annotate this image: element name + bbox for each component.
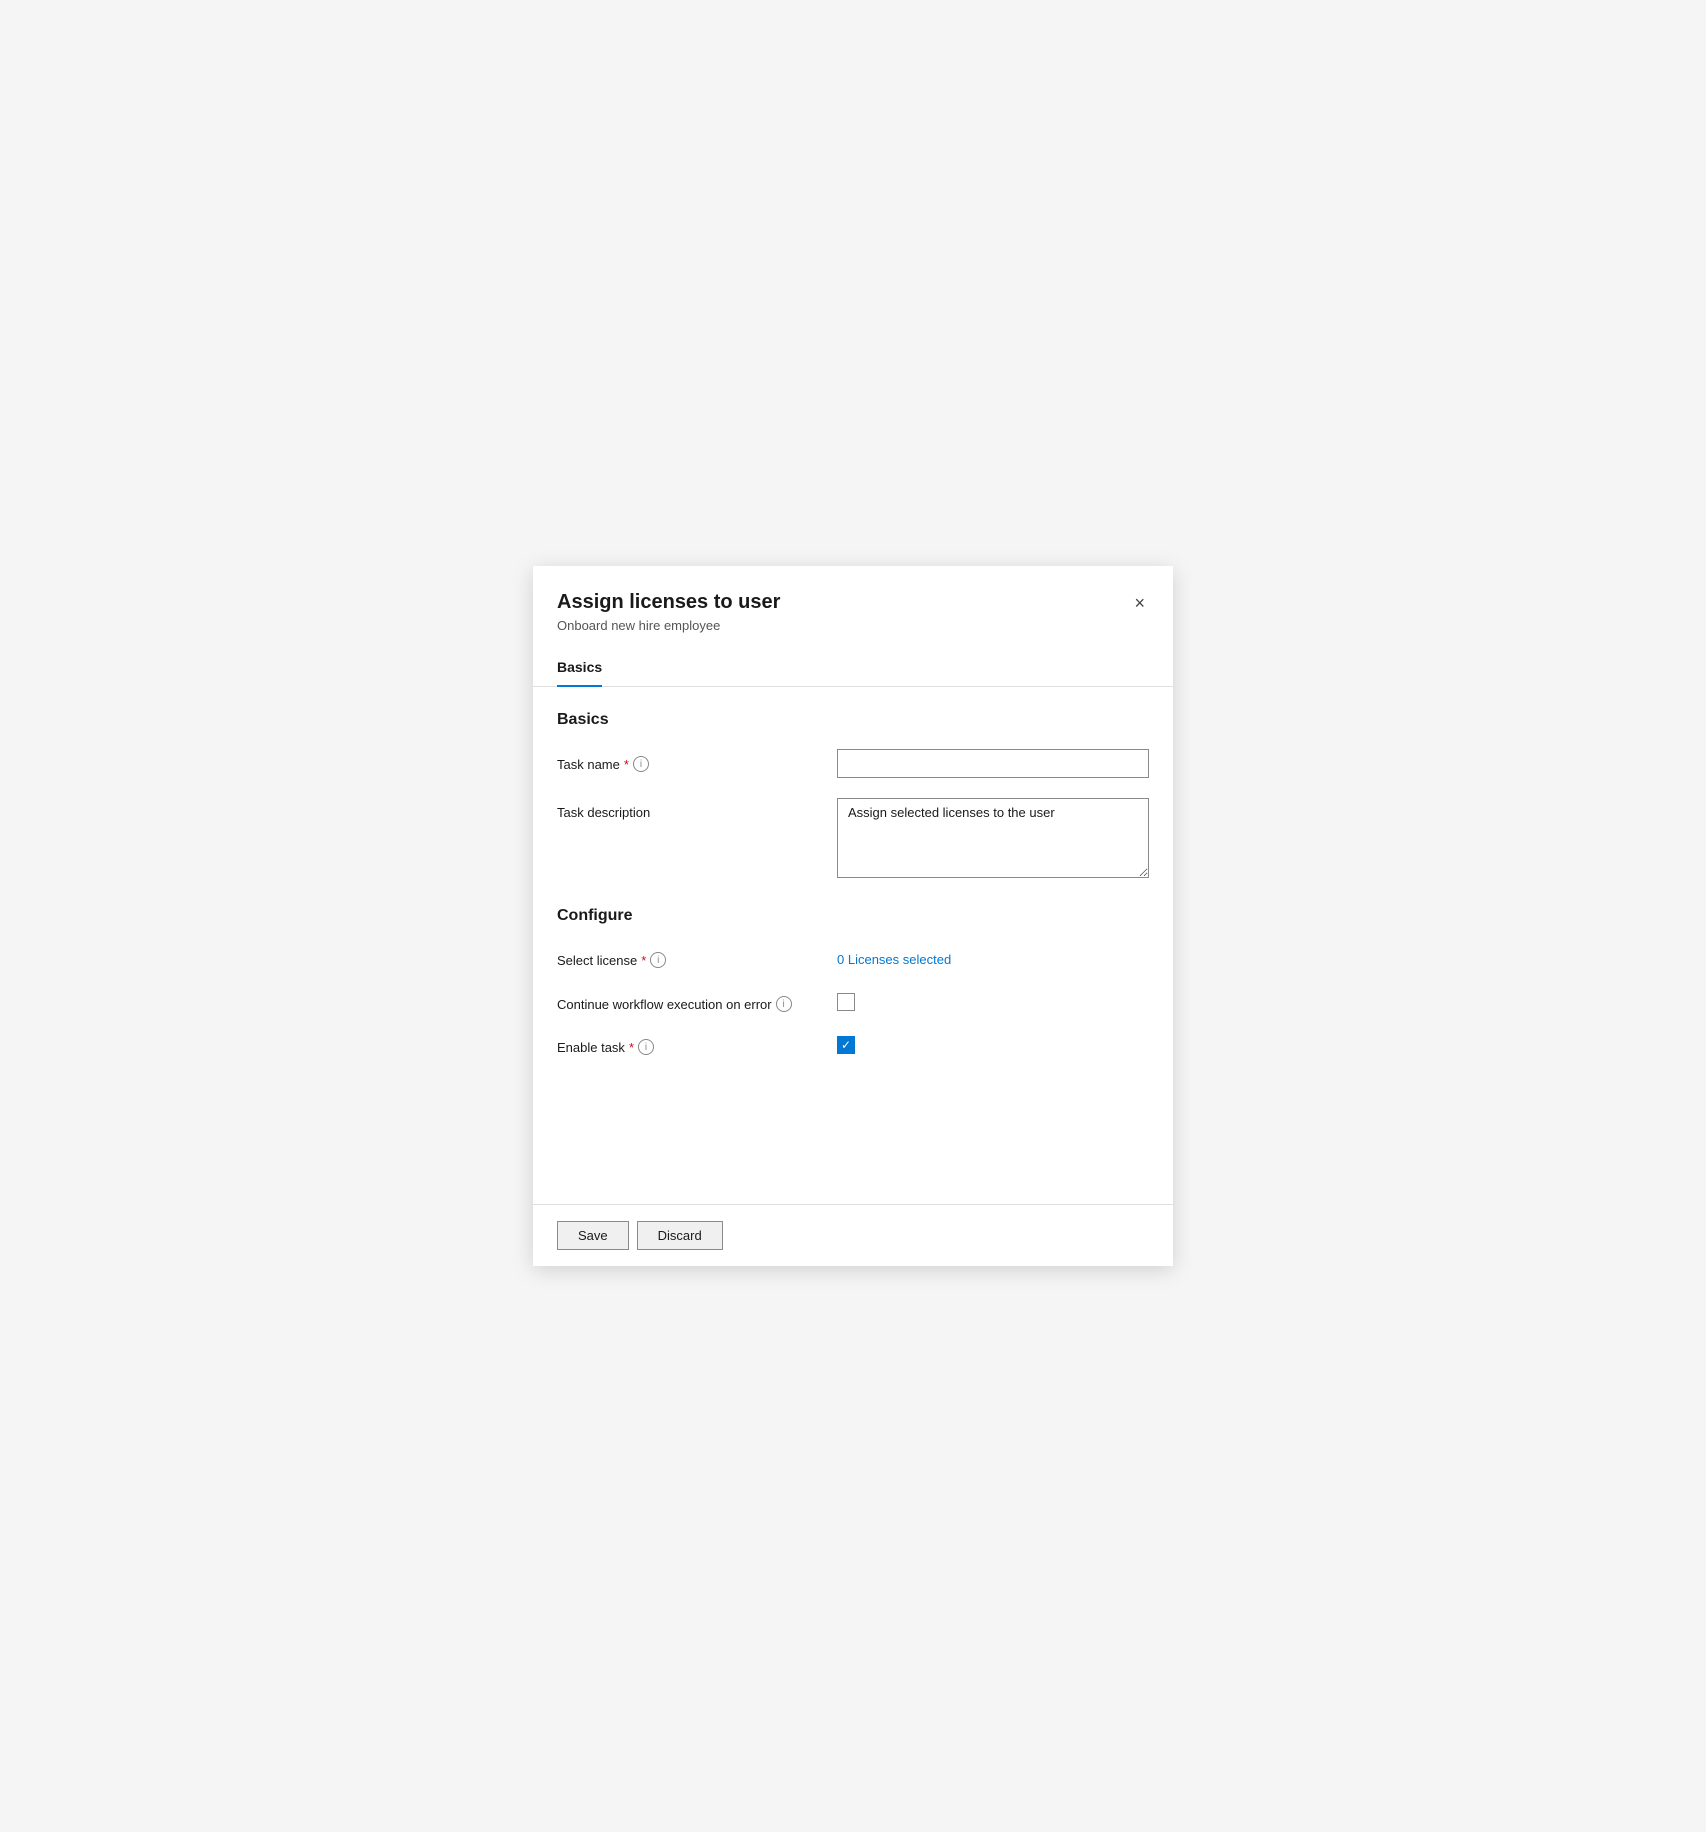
select-license-label: Select license * i: [557, 945, 837, 968]
select-license-row: Select license * i 0 Licenses selected: [557, 945, 1149, 969]
continue-workflow-label: Continue workflow execution on error i: [557, 989, 837, 1012]
assign-licenses-dialog: Assign licenses to user Onboard new hire…: [533, 566, 1173, 1266]
task-name-control: Assign licenses to user: [837, 749, 1149, 778]
enable-task-control: ✓: [837, 1032, 1149, 1054]
configure-section-title: Configure: [557, 907, 1149, 925]
dialog-header: Assign licenses to user Onboard new hire…: [533, 566, 1173, 633]
enable-task-row: Enable task * i ✓: [557, 1032, 1149, 1055]
task-description-row: Task description: [557, 798, 1149, 883]
task-name-label: Task name * i: [557, 749, 837, 772]
configure-section: Configure Select license * i 0 Licenses …: [557, 907, 1149, 1055]
dialog-body: Basics Task name * i Assign licenses to …: [533, 687, 1173, 1204]
continue-workflow-checkbox[interactable]: [837, 993, 855, 1011]
licenses-selected-link[interactable]: 0 Licenses selected: [837, 945, 951, 967]
task-name-info-icon[interactable]: i: [633, 756, 649, 772]
enable-task-info-icon[interactable]: i: [638, 1039, 654, 1055]
continue-workflow-checkbox-wrapper: [837, 989, 1149, 1011]
task-name-required: *: [624, 757, 629, 772]
save-button[interactable]: Save: [557, 1221, 629, 1250]
enable-task-checkbox-wrapper: ✓: [837, 1032, 1149, 1054]
tab-bar: Basics: [533, 649, 1173, 687]
task-description-label: Task description: [557, 798, 837, 820]
dialog-subtitle: Onboard new hire employee: [557, 618, 780, 633]
select-license-control: 0 Licenses selected: [837, 945, 1149, 969]
close-icon: ×: [1134, 594, 1145, 612]
continue-workflow-row: Continue workflow execution on error i: [557, 989, 1149, 1012]
dialog-footer: Save Discard: [533, 1204, 1173, 1266]
task-name-input[interactable]: Assign licenses to user: [837, 749, 1149, 778]
dialog-title: Assign licenses to user: [557, 590, 780, 614]
basics-section-title: Basics: [557, 711, 1149, 729]
enable-task-label: Enable task * i: [557, 1032, 837, 1055]
task-name-row: Task name * i Assign licenses to user: [557, 749, 1149, 778]
header-text: Assign licenses to user Onboard new hire…: [557, 590, 780, 633]
checkmark-icon: ✓: [841, 1039, 851, 1051]
select-license-info-icon[interactable]: i: [650, 952, 666, 968]
continue-workflow-info-icon[interactable]: i: [776, 996, 792, 1012]
continue-workflow-control: [837, 989, 1149, 1011]
task-description-input[interactable]: [837, 798, 1149, 878]
task-description-control: [837, 798, 1149, 883]
enable-task-checkbox[interactable]: ✓: [837, 1036, 855, 1054]
tab-basics[interactable]: Basics: [557, 649, 602, 687]
enable-task-required: *: [629, 1040, 634, 1055]
discard-button[interactable]: Discard: [637, 1221, 723, 1250]
close-button[interactable]: ×: [1130, 590, 1149, 616]
select-license-required: *: [641, 953, 646, 968]
